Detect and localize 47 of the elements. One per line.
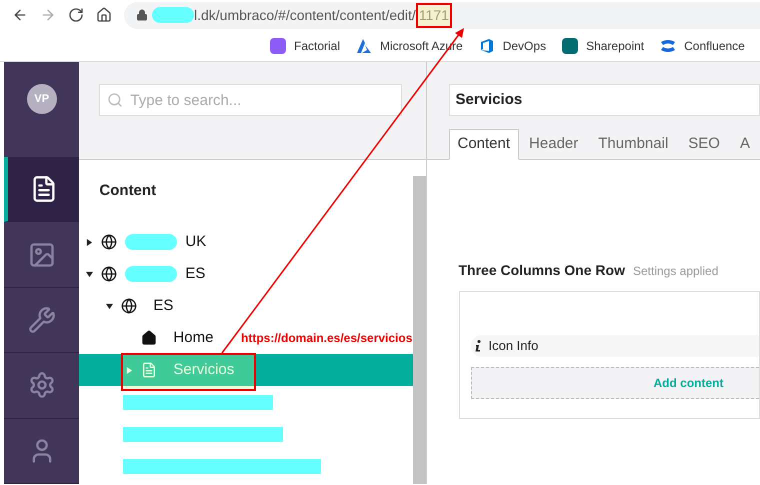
home-icon[interactable] (96, 7, 112, 23)
bookmark-link[interactable]: Confluence (684, 36, 745, 54)
name-field[interactable]: Servicios (448, 84, 760, 116)
redaction-mark (152, 7, 194, 23)
page-icon (141, 362, 158, 378)
settings-icon (28, 371, 56, 400)
globe-icon (101, 234, 118, 250)
devops-icon (478, 38, 495, 54)
tree-heading: Content (98, 181, 158, 201)
content-block[interactable]: Icon Info (470, 335, 759, 357)
bookmark-link[interactable]: Factorial (294, 36, 340, 54)
sharepoint-icon (562, 38, 578, 54)
tree-item[interactable]: Home (79, 322, 214, 354)
image-icon (28, 240, 56, 268)
wrench-icon (28, 306, 56, 334)
address-bar[interactable]: l.dk/umbraco/#/content/content/edit/ 1171 (124, 2, 760, 28)
home-icon (141, 330, 158, 346)
url-text: l.dk/umbraco/#/content/content/edit/ (194, 6, 416, 24)
tab[interactable]: A (730, 129, 760, 160)
tab[interactable]: Header (519, 129, 588, 160)
back-icon[interactable] (12, 7, 28, 23)
tree-item[interactable]: ES (79, 258, 206, 290)
bookmark-link[interactable]: Sharepoint (586, 36, 644, 54)
lock-icon (136, 9, 148, 21)
section-title: Three Columns One Row (458, 261, 625, 280)
search-icon (107, 92, 124, 108)
confluence-icon (660, 38, 676, 54)
caret-down-icon[interactable] (106, 302, 113, 310)
bookmark-link[interactable]: DevOps (502, 36, 546, 54)
tab[interactable]: Content (448, 129, 520, 160)
url-id: 1171 (416, 2, 452, 28)
info-icon (474, 340, 480, 352)
caret-right-icon[interactable] (86, 238, 93, 246)
tab[interactable]: SEO (678, 129, 730, 160)
factorial-icon (270, 38, 286, 54)
globe-icon (121, 298, 138, 314)
azure-icon (356, 38, 372, 52)
tree-item[interactable]: ES (79, 290, 174, 322)
sidebar-item[interactable] (4, 156, 80, 222)
block-label: Icon Info (488, 337, 538, 356)
caret-down-icon[interactable] (86, 270, 93, 278)
tab[interactable]: Thumbnail (588, 129, 678, 160)
globe-icon (101, 266, 118, 282)
tree-item[interactable]: UK (79, 226, 206, 258)
search-field[interactable]: Type to search... (99, 84, 402, 116)
section-note: Settings applied (632, 263, 718, 280)
reload-icon[interactable] (68, 7, 84, 23)
